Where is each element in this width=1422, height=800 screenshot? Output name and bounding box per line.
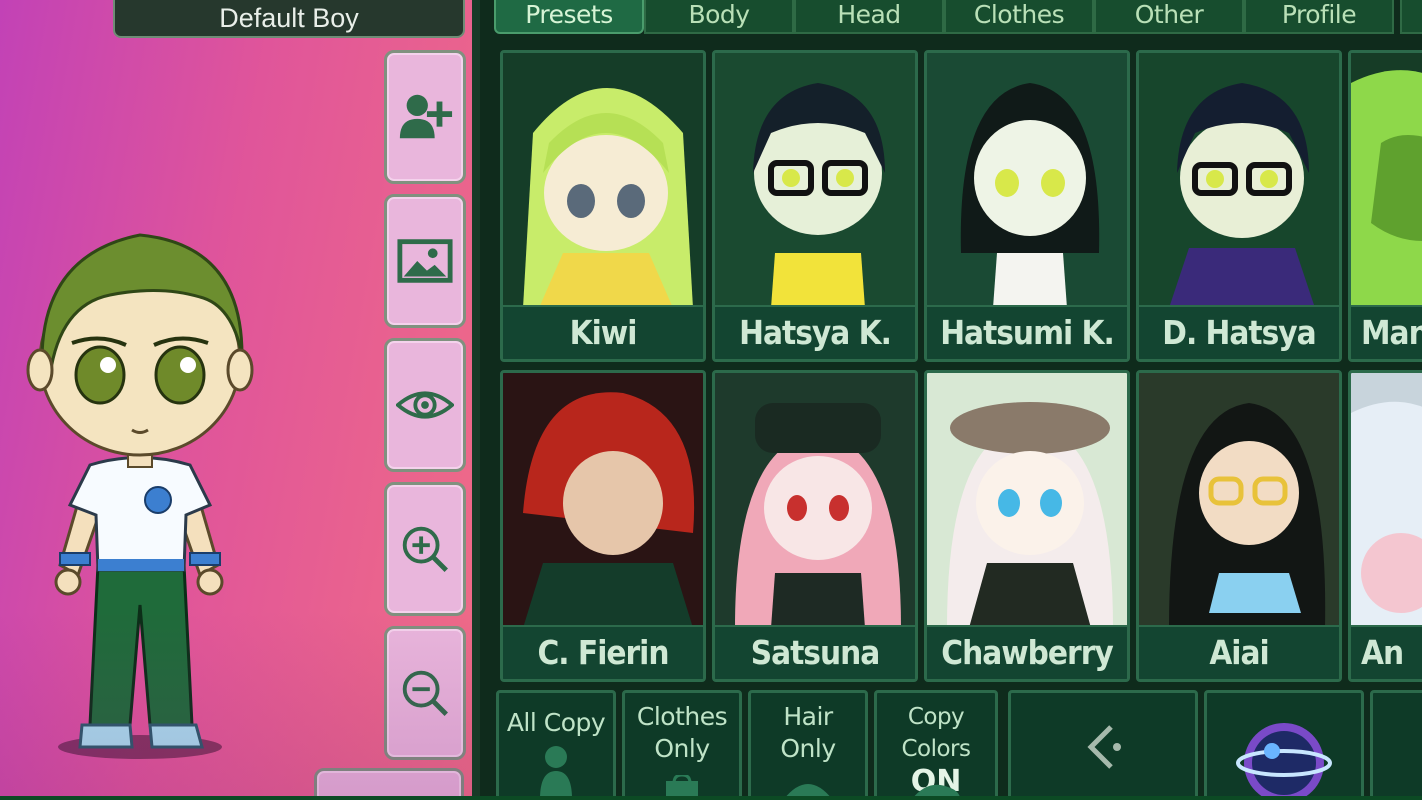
preset-portrait bbox=[927, 53, 1127, 308]
next-side-button[interactable] bbox=[1370, 690, 1422, 800]
character-stage: Default Boy bbox=[0, 0, 472, 800]
hair-only-button[interactable]: Hair Only bbox=[748, 690, 868, 800]
hair-only-label-2: Only bbox=[780, 734, 836, 763]
preset-portrait bbox=[715, 53, 915, 308]
character-preview[interactable] bbox=[20, 225, 260, 765]
clothes-only-button[interactable]: Clothes Only bbox=[622, 690, 742, 800]
toggle-visibility-button[interactable] bbox=[384, 338, 466, 472]
previous-page-button[interactable] bbox=[1008, 690, 1198, 800]
preset-name: C. Fierin bbox=[503, 625, 703, 679]
zoom-in-icon bbox=[402, 526, 448, 572]
preset-name: Aiai bbox=[1139, 625, 1339, 679]
preset-name: Man bbox=[1351, 305, 1422, 359]
zoom-out-icon bbox=[402, 670, 448, 716]
tab-body[interactable]: Body bbox=[644, 0, 794, 34]
copy-colors-toggle[interactable]: Copy Colors ON bbox=[874, 690, 998, 800]
preset-portrait bbox=[503, 373, 703, 628]
bottom-strip bbox=[0, 796, 1422, 800]
tab-bar: Presets Body Head Clothes Other Profile bbox=[494, 0, 1422, 34]
preset-portrait bbox=[1351, 373, 1422, 628]
all-copy-button[interactable]: All Copy bbox=[496, 690, 616, 800]
tab-profile[interactable]: Profile bbox=[1244, 0, 1394, 34]
preset-portrait bbox=[1351, 53, 1422, 308]
image-icon bbox=[397, 239, 453, 283]
preset-portrait bbox=[503, 53, 703, 308]
clothes-only-label-2: Only bbox=[654, 734, 710, 763]
preset-portrait bbox=[715, 373, 915, 628]
preset-card-chawberry[interactable]: Chawberry bbox=[924, 370, 1130, 682]
preset-portrait bbox=[1139, 373, 1339, 628]
preset-grid: Kiwi Hatsya K. Hatsumi K. D. Hatsya Man … bbox=[500, 50, 1422, 682]
preset-name: D. Hatsya bbox=[1139, 305, 1339, 359]
preset-card-c-fierin[interactable]: C. Fierin bbox=[500, 370, 706, 682]
tab-head[interactable]: Head bbox=[794, 0, 944, 34]
preset-portrait bbox=[927, 373, 1127, 628]
customization-panel: Presets Body Head Clothes Other Profile … bbox=[472, 0, 1422, 800]
body-icon bbox=[540, 746, 572, 799]
gacha-logo-button[interactable] bbox=[1204, 690, 1364, 800]
preset-card-an[interactable]: An bbox=[1348, 370, 1422, 682]
preset-card-hatsya-k[interactable]: Hatsya K. bbox=[712, 50, 918, 362]
tab-overflow[interactable] bbox=[1400, 0, 1422, 34]
preset-card-aiai[interactable]: Aiai bbox=[1136, 370, 1342, 682]
tab-other[interactable]: Other bbox=[1094, 0, 1244, 34]
preset-name: Kiwi bbox=[503, 305, 703, 359]
preset-card-satsuna[interactable]: Satsuna bbox=[712, 370, 918, 682]
preset-card-d-hatsya[interactable]: D. Hatsya bbox=[1136, 50, 1342, 362]
eye-icon bbox=[396, 391, 454, 419]
clothes-only-label: Clothes bbox=[636, 702, 728, 731]
preset-name: An bbox=[1351, 625, 1422, 679]
add-user-icon bbox=[399, 94, 453, 139]
add-character-button[interactable] bbox=[384, 50, 466, 184]
background-button[interactable] bbox=[384, 194, 466, 328]
zoom-in-button[interactable] bbox=[384, 482, 466, 616]
preset-name: Hatsya K. bbox=[715, 305, 915, 359]
preset-card-kiwi[interactable]: Kiwi bbox=[500, 50, 706, 362]
tab-presets[interactable]: Presets bbox=[494, 0, 644, 34]
gacha-logo-icon bbox=[1236, 723, 1332, 800]
preset-name: Chawberry bbox=[927, 625, 1127, 679]
zoom-out-button[interactable] bbox=[384, 626, 466, 760]
all-copy-label: All Copy bbox=[506, 708, 606, 737]
chevron-left-icon bbox=[1087, 725, 1121, 769]
copy-colors-label: Copy Colors bbox=[901, 704, 971, 762]
tab-clothes[interactable]: Clothes bbox=[944, 0, 1094, 34]
character-name[interactable]: Default Boy bbox=[113, 0, 465, 38]
hair-only-label: Hair bbox=[783, 702, 833, 731]
preset-name: Satsuna bbox=[715, 625, 915, 679]
preset-card-hatsumi-k[interactable]: Hatsumi K. bbox=[924, 50, 1130, 362]
preset-card-man[interactable]: Man bbox=[1348, 50, 1422, 362]
copy-options-bar: All Copy Clothes Only Hair Only Copy Col… bbox=[494, 690, 1422, 800]
preset-portrait bbox=[1139, 53, 1339, 308]
preset-name: Hatsumi K. bbox=[927, 305, 1127, 359]
